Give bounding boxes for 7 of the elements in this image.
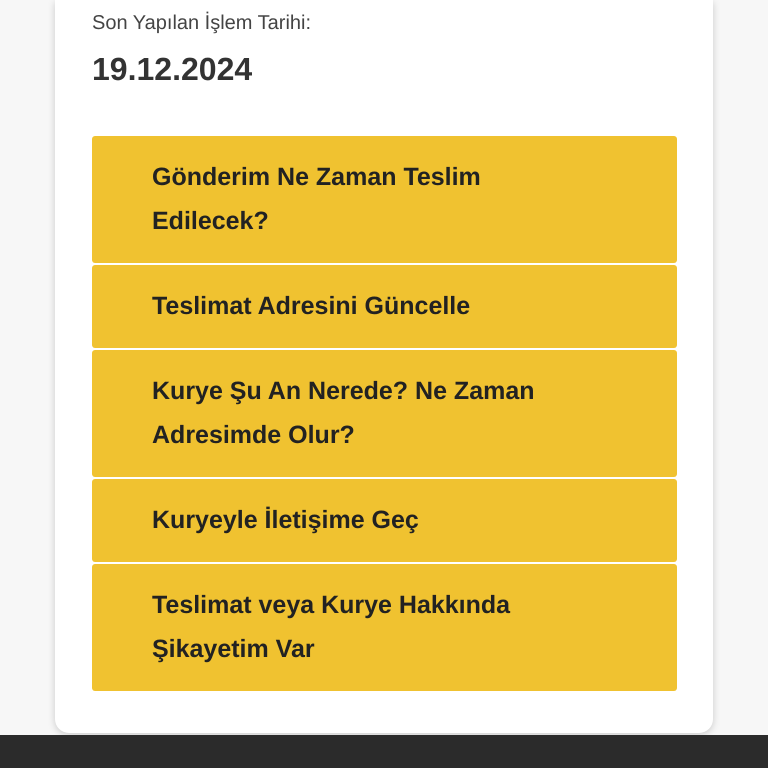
- last-transaction-date: 19.12.2024: [92, 50, 252, 88]
- option-button[interactable]: Kurye Şu An Nerede? Ne Zaman Adresimde Olur?: [92, 350, 677, 477]
- option-button[interactable]: Kuryeyle İletişime Geç: [92, 479, 677, 562]
- last-transaction-label: Son Yapılan İşlem Tarihi:: [92, 10, 312, 36]
- option-button[interactable]: Teslimat veya Kurye Hakkında Şikayetim Var: [92, 564, 677, 691]
- option-button[interactable]: Teslimat Adresini Güncelle: [92, 265, 677, 348]
- option-button[interactable]: Gönderim Ne Zaman Teslim Edilecek?: [92, 136, 677, 263]
